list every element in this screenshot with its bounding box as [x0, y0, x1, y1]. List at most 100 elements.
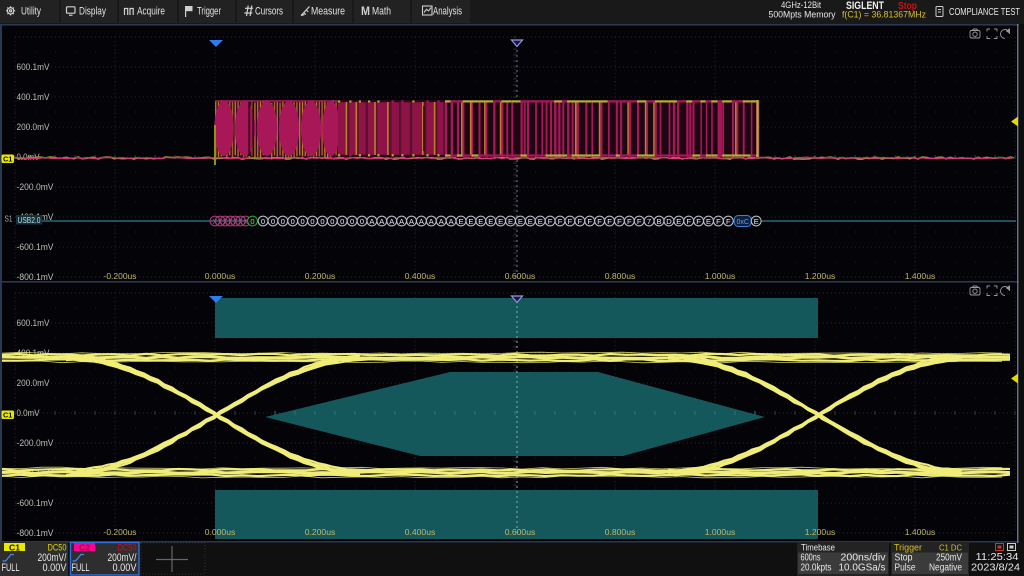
svg-text:0.400us: 0.400us: [405, 271, 436, 281]
svg-text:A: A: [449, 217, 454, 226]
svg-text:A: A: [379, 217, 384, 226]
svg-text:E: E: [468, 217, 473, 226]
svg-text:0.000us: 0.000us: [205, 271, 236, 281]
svg-text:FULL: FULL: [2, 562, 20, 574]
svg-text:FULL: FULL: [72, 562, 90, 574]
svg-text:20.0kpts: 20.0kpts: [801, 563, 832, 574]
svg-text:Display: Display: [79, 6, 106, 18]
svg-text:Measure: Measure: [311, 6, 345, 18]
svg-text:A: A: [399, 217, 404, 226]
svg-text:F: F: [617, 217, 622, 226]
svg-text:F: F: [568, 217, 573, 226]
svg-text:1.200us: 1.200us: [805, 527, 836, 537]
svg-text:D: D: [666, 217, 672, 226]
svg-text:C1: C1: [3, 155, 13, 164]
svg-text:0.00V: 0.00V: [113, 562, 138, 574]
svg-text:F: F: [686, 217, 691, 226]
svg-text:M: M: [361, 6, 370, 18]
svg-text:S1: S1: [5, 214, 13, 224]
svg-text:0.000us: 0.000us: [205, 527, 236, 537]
svg-text:F: F: [726, 217, 731, 226]
svg-text:Utility: Utility: [21, 6, 41, 18]
svg-text:0: 0: [261, 217, 265, 226]
svg-text:1.000us: 1.000us: [705, 527, 736, 537]
svg-text:C2: C2: [79, 542, 90, 552]
svg-text:E: E: [754, 217, 759, 226]
svg-text:F: F: [587, 217, 592, 226]
svg-text:2023/8/24: 2023/8/24: [971, 562, 1020, 574]
svg-text:7: 7: [647, 217, 651, 226]
svg-text:-0.200us: -0.200us: [104, 271, 137, 281]
svg-text:A: A: [419, 217, 424, 226]
svg-text:0: 0: [310, 217, 314, 226]
svg-text:400.1mV: 400.1mV: [17, 92, 50, 102]
svg-text:0.200us: 0.200us: [305, 527, 336, 537]
svg-text:0.600us: 0.600us: [505, 271, 536, 281]
svg-text:E: E: [498, 217, 503, 226]
svg-text:F: F: [627, 217, 632, 226]
svg-text:Trigger: Trigger: [197, 6, 221, 18]
svg-text:A: A: [389, 217, 394, 226]
svg-text:A: A: [369, 217, 374, 226]
svg-text:A: A: [429, 217, 434, 226]
svg-text:0.600us: 0.600us: [505, 527, 536, 537]
svg-text:C1: C1: [9, 542, 20, 552]
svg-text:0.800us: 0.800us: [605, 527, 636, 537]
svg-text:1.400us: 1.400us: [905, 271, 936, 281]
svg-text:600.1mV: 600.1mV: [17, 318, 50, 328]
svg-text:E: E: [676, 217, 681, 226]
svg-text:E: E: [508, 217, 513, 226]
svg-text:Math: Math: [372, 6, 391, 18]
svg-text:0.0mV: 0.0mV: [17, 408, 40, 418]
svg-text:A: A: [409, 217, 414, 226]
svg-text:0: 0: [301, 217, 305, 226]
svg-text:500Mpts Memory: 500Mpts Memory: [769, 10, 836, 21]
svg-text:0.00V: 0.00V: [43, 562, 68, 574]
svg-text:COMPLIANCE TEST: COMPLIANCE TEST: [949, 7, 1020, 18]
svg-text:E: E: [706, 217, 711, 226]
svg-text:1.000us: 1.000us: [705, 271, 736, 281]
svg-text:200.0mV: 200.0mV: [17, 378, 50, 388]
svg-text:0: 0: [340, 217, 344, 226]
svg-text:Cursors: Cursors: [255, 6, 283, 18]
svg-text:E: E: [488, 217, 493, 226]
svg-text:-600.1mV: -600.1mV: [17, 498, 54, 508]
svg-text:F: F: [597, 217, 602, 226]
svg-text:1.200us: 1.200us: [805, 271, 836, 281]
svg-text:0.200us: 0.200us: [305, 271, 336, 281]
svg-text:0.400us: 0.400us: [405, 527, 436, 537]
svg-text:F: F: [578, 217, 583, 226]
svg-text:F: F: [637, 217, 642, 226]
svg-text:1.400us: 1.400us: [905, 527, 936, 537]
svg-text:F: F: [696, 217, 701, 226]
svg-text:0xC: 0xC: [736, 219, 748, 226]
svg-text:0: 0: [291, 217, 295, 226]
svg-text:0: 0: [320, 217, 324, 226]
svg-text:E: E: [478, 217, 483, 226]
svg-text:-600.1mV: -600.1mV: [17, 242, 54, 252]
svg-text:0: 0: [350, 217, 354, 226]
svg-text:E: E: [458, 217, 463, 226]
svg-text:600.1mV: 600.1mV: [17, 62, 50, 72]
svg-text:F: F: [607, 217, 612, 226]
svg-text:Stop: Stop: [898, 1, 917, 12]
svg-text:Acquire: Acquire: [137, 6, 165, 18]
svg-text:-0.200us: -0.200us: [104, 527, 137, 537]
svg-text:Negative: Negative: [929, 563, 962, 574]
svg-text:200.0mV: 200.0mV: [17, 122, 50, 132]
svg-text:E: E: [538, 217, 543, 226]
svg-text:Pulse: Pulse: [895, 563, 916, 574]
svg-text:0: 0: [281, 217, 285, 226]
svg-text:F: F: [558, 217, 563, 226]
svg-text:B: B: [656, 217, 661, 226]
svg-text:C1: C1: [3, 411, 13, 420]
svg-text:10.0GSa/s: 10.0GSa/s: [839, 563, 886, 574]
svg-text:0: 0: [271, 217, 275, 226]
svg-text:A: A: [439, 217, 444, 226]
svg-text:-800.1mV: -800.1mV: [17, 528, 54, 538]
svg-text:E: E: [518, 217, 523, 226]
svg-text:C1 DC: C1 DC: [939, 543, 962, 553]
svg-text:F: F: [716, 217, 721, 226]
svg-text:-800.1mV: -800.1mV: [17, 272, 54, 282]
svg-text:F: F: [548, 217, 553, 226]
